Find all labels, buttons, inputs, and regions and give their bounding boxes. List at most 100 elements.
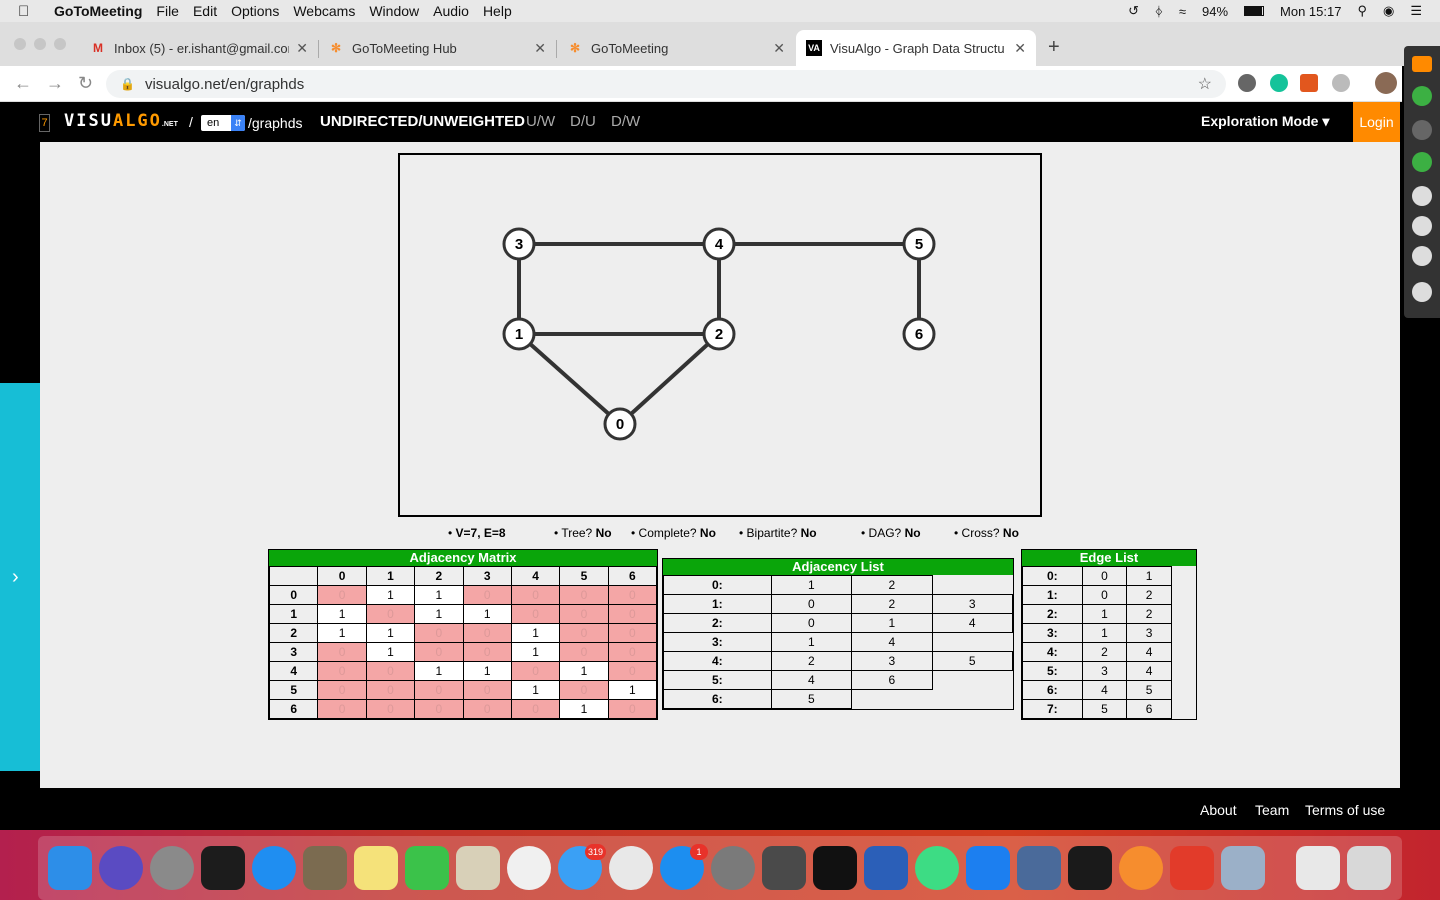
graph-vertex-6[interactable]: 6	[902, 317, 936, 351]
android-studio-icon[interactable]	[915, 846, 959, 890]
preview-eagle-icon[interactable]	[303, 846, 347, 890]
drawing-pen-icon[interactable]	[1412, 282, 1432, 302]
extension-gear-icon[interactable]	[1332, 74, 1350, 92]
graph-vertex-1[interactable]: 1	[502, 317, 536, 351]
spotlight-icon[interactable]: ⚲	[1357, 3, 1367, 19]
chrome-icon[interactable]	[609, 846, 653, 890]
menu-options[interactable]: Options	[231, 3, 279, 19]
microphone-icon[interactable]	[1412, 86, 1432, 106]
exploration-mode-dropdown[interactable]: Exploration Mode ▾	[1201, 113, 1329, 130]
url-text[interactable]: visualgo.net/en/graphds	[145, 76, 304, 93]
extension-lock-icon[interactable]	[1300, 74, 1318, 92]
menu-help[interactable]: Help	[483, 3, 512, 19]
graph-canvas[interactable]: 0 1 2 3 4 5 6	[398, 153, 1042, 517]
photos-icon[interactable]	[507, 846, 551, 890]
word-icon[interactable]	[864, 846, 908, 890]
footer-about-link[interactable]: About	[1200, 802, 1237, 818]
language-select[interactable]: en ⇵	[201, 115, 245, 131]
graph-vertex-4[interactable]: 4	[702, 227, 736, 261]
finder-icon[interactable]	[48, 846, 92, 890]
xcode-icon[interactable]	[966, 846, 1010, 890]
graph-vertex-0[interactable]: 0	[603, 407, 637, 441]
graph-edge-0-2[interactable]	[618, 332, 721, 426]
screen-share-icon[interactable]	[1412, 152, 1432, 172]
graph-type-title[interactable]: UNDIRECTED/UNWEIGHTED	[320, 113, 525, 130]
close-icon[interactable]: ✕	[773, 40, 785, 57]
siri-icon[interactable]	[99, 846, 143, 890]
menu-edit[interactable]: Edit	[193, 3, 217, 19]
monitor-icon[interactable]	[1412, 246, 1432, 266]
zoom-window-button[interactable]	[54, 38, 66, 50]
tab-visualgo[interactable]: VA VisuAlgo - Graph Data Structure ✕	[796, 30, 1036, 66]
graph-vertex-2[interactable]: 2	[702, 317, 736, 351]
extension-icon[interactable]	[1238, 74, 1256, 92]
tab-gmail[interactable]: M Inbox (5) - er.ishant@gmail.com ✕	[80, 30, 318, 66]
mode-du[interactable]: D/U	[570, 113, 596, 130]
battery-icon[interactable]	[1244, 6, 1265, 16]
close-icon[interactable]: ✕	[534, 40, 546, 57]
footer-terms-link[interactable]: Terms of use	[1305, 802, 1385, 818]
close-icon[interactable]: ✕	[296, 40, 308, 57]
bookmark-star-icon[interactable]: ☆	[1198, 74, 1212, 94]
pycharm-icon[interactable]	[1068, 846, 1112, 890]
menu-audio[interactable]: Audio	[433, 3, 469, 19]
sublime-text-icon[interactable]	[762, 846, 806, 890]
menu-window[interactable]: Window	[369, 3, 419, 19]
mode-dw[interactable]: D/W	[611, 113, 640, 130]
gotomeeting-dock-icon[interactable]	[1119, 846, 1163, 890]
collapse-arrow-icon[interactable]	[1412, 56, 1432, 72]
login-button[interactable]: Login	[1353, 102, 1400, 142]
powerpoint-icon[interactable]	[1170, 846, 1214, 890]
bluetooth-icon[interactable]: ᛄ	[1155, 4, 1163, 19]
trash-icon[interactable]	[1347, 846, 1391, 890]
close-window-button[interactable]	[14, 38, 26, 50]
wifi-icon[interactable]: ≈	[1179, 4, 1186, 19]
stat-label: Cross?	[961, 526, 1000, 540]
activity-monitor-icon[interactable]	[201, 846, 245, 890]
menu-app-name[interactable]: GoToMeeting	[54, 3, 142, 19]
menubar-clock[interactable]: Mon 15:17	[1280, 4, 1341, 19]
notes-icon[interactable]	[354, 846, 398, 890]
grammarly-icon[interactable]	[1270, 74, 1288, 92]
new-tab-icon[interactable]: +	[1048, 36, 1060, 59]
terminal-icon[interactable]	[813, 846, 857, 890]
graph-edge-0-1[interactable]	[517, 332, 622, 426]
time-machine-icon[interactable]: ↺	[1128, 3, 1139, 19]
mode-uw[interactable]: U/W	[526, 113, 555, 130]
siri-icon[interactable]: ◉	[1383, 3, 1394, 19]
profile-avatar[interactable]	[1375, 72, 1397, 94]
graph-vertex-3[interactable]: 3	[502, 227, 536, 261]
menu-file[interactable]: File	[156, 3, 179, 19]
column-header: 0	[317, 566, 367, 586]
safari-icon[interactable]	[252, 846, 296, 890]
footer-team-link[interactable]: Team	[1255, 802, 1289, 818]
system-preferences-icon[interactable]	[711, 846, 755, 890]
webcam-icon[interactable]	[1412, 120, 1432, 140]
visualgo-logo[interactable]: VISUALGO.NET	[64, 111, 178, 131]
side-panel-toggle[interactable]: ›	[0, 383, 40, 771]
battery-percent[interactable]: 94%	[1202, 4, 1228, 19]
minimize-window-button[interactable]	[34, 38, 46, 50]
facetime-icon[interactable]	[405, 846, 449, 890]
notification-center-icon[interactable]: ☰	[1410, 3, 1422, 19]
reload-icon[interactable]: ↻	[78, 73, 93, 94]
lock-icon[interactable]: 🔒	[120, 77, 135, 91]
mouse-control-icon[interactable]	[1412, 216, 1432, 236]
close-icon[interactable]: ✕	[1014, 40, 1026, 57]
module-path[interactable]: /graphds	[248, 115, 302, 131]
menu-webcams[interactable]: Webcams	[293, 3, 355, 19]
forward-arrow-icon[interactable]: →	[46, 73, 64, 94]
back-arrow-icon[interactable]: ←	[14, 73, 32, 94]
address-bar[interactable]: 🔒 visualgo.net/en/graphds ☆	[106, 70, 1226, 98]
graph-vertex-5[interactable]: 5	[902, 227, 936, 261]
graph-drawing[interactable]: 0 1 2 3 4 5 6	[400, 155, 1040, 515]
tab-gotomeeting-hub[interactable]: ✻ GoToMeeting Hub ✕	[318, 30, 556, 66]
photo-slideshow-icon[interactable]	[1221, 846, 1265, 890]
apple-menu-icon[interactable]: 	[18, 3, 40, 20]
launchpad-icon[interactable]	[150, 846, 194, 890]
tab-gotomeeting[interactable]: ✻ GoToMeeting ✕	[557, 30, 795, 66]
pause-icon[interactable]	[1412, 186, 1432, 206]
image-capture-icon[interactable]	[456, 846, 500, 890]
preview-icon[interactable]	[1017, 846, 1061, 890]
downloads-folder-icon[interactable]	[1296, 846, 1340, 890]
